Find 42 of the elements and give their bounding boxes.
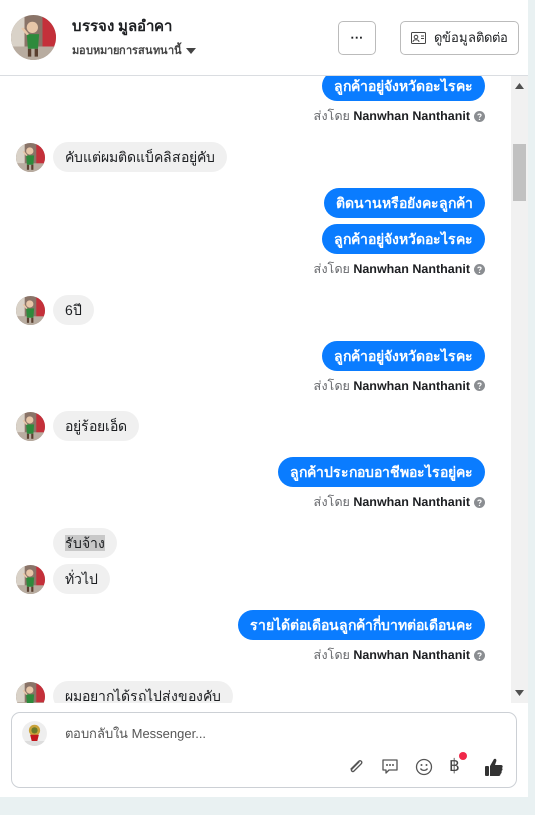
scroll-down-icon[interactable] (515, 690, 524, 696)
sender-name: Nanwhan Nanthanit (353, 260, 470, 278)
reply-field[interactable]: ตอบกลับใน Messenger... ฿ (11, 712, 517, 788)
emoji-icon[interactable] (415, 758, 433, 776)
scrollbar[interactable] (511, 76, 528, 703)
scroll-up-icon[interactable] (515, 83, 524, 89)
received-message: คับแต่ผมติดแบ็คลิสอยู่คับ (53, 142, 227, 172)
sent-by-label: ส่งโดย (313, 646, 350, 664)
received-message: อยู่ร้อยเอ็ด (53, 411, 139, 442)
sender-name: Nanwhan Nanthanit (353, 647, 470, 664)
payment-button[interactable]: ฿ (449, 757, 460, 774)
help-icon[interactable] (474, 264, 485, 275)
contact-card-icon (411, 32, 426, 44)
scroll-thumb[interactable] (513, 144, 526, 201)
sent-message: รายได้ต่อเดือนลูกค้ากี่บาทต่อเดือนคะ (238, 610, 485, 640)
help-icon[interactable] (474, 650, 485, 661)
received-message: รับจ้าง (53, 528, 117, 558)
sender-name: Nanwhan Nanthanit (353, 378, 470, 394)
sender-name: Nanwhan Nanthanit (353, 494, 470, 512)
help-icon[interactable] (474, 380, 485, 392)
sent-message: ลูกค้าอยู่จังหวัดอะไรคะ (322, 340, 485, 370)
sent-message: ลูกค้าอยู่จังหวัดอะไรคะ (322, 76, 485, 101)
more-button[interactable]: ··· (338, 20, 376, 54)
help-icon[interactable] (474, 497, 485, 508)
like-icon[interactable] (484, 757, 504, 777)
sent-by-label: ส่งโดย (313, 494, 350, 512)
sent-message: ลูกค้าอยู่จังหวัดอะไรคะ (322, 224, 485, 254)
sent-by-label: ส่งโดย (313, 108, 350, 125)
sent-by-label: ส่งโดย (313, 378, 350, 394)
caret-icon[interactable] (186, 48, 196, 54)
received-message: ทั่วไป (53, 564, 110, 594)
sent-message: ลูกค้าประกอบอาชีพอะไรอยู่คะ (278, 457, 485, 488)
received-message: 6ปี (53, 294, 94, 324)
contact-name: บรรจง มูลอำคา (72, 17, 174, 38)
sender-name: Nanwhan Nanthanit (353, 108, 470, 125)
chat-icon[interactable] (381, 758, 399, 776)
received-message: ผมอยากได้รถไปส่งของคับ (53, 680, 233, 703)
assign-label[interactable]: มอบหมายการสนทนานี้ (72, 42, 182, 59)
sent-message: ติดนานหรือยังคะลูกค้า (324, 188, 485, 218)
contact-info-button[interactable]: ดูข้อมูลติดต่อ (400, 20, 519, 54)
help-icon[interactable] (474, 110, 485, 122)
sent-by-label: ส่งโดย (313, 260, 350, 278)
